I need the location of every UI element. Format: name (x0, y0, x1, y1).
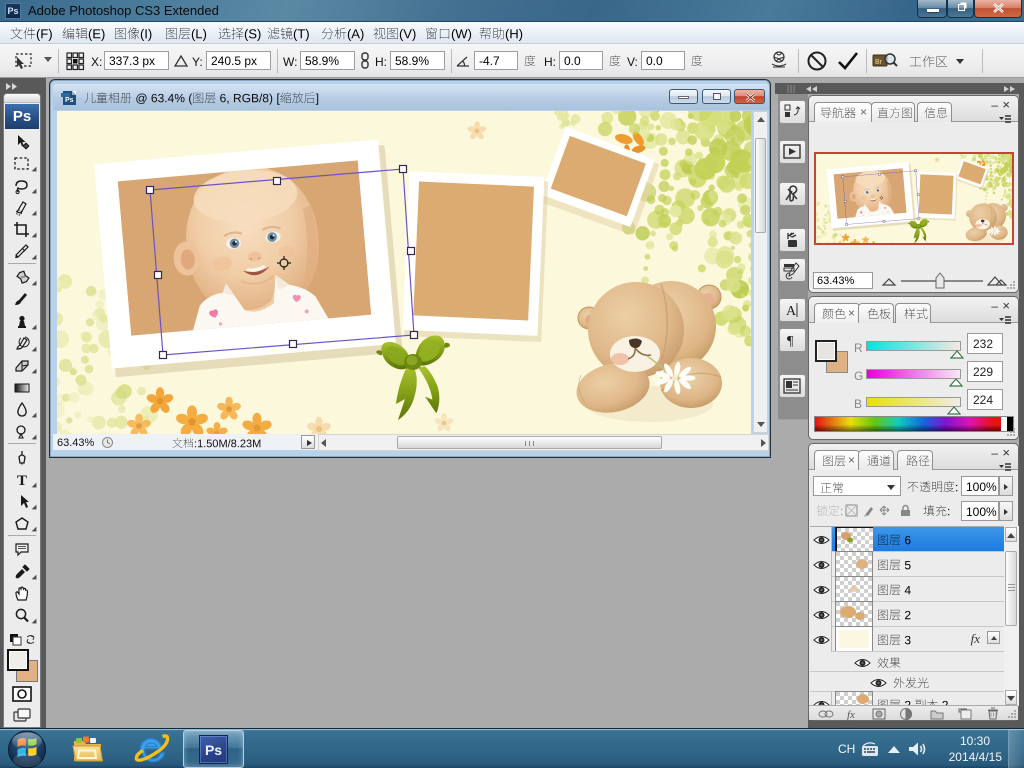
svg-text:Ps: Ps (65, 97, 74, 104)
svg-text:T: T (17, 473, 27, 489)
svg-text:Br: Br (875, 59, 883, 66)
svg-text:A: A (786, 304, 797, 319)
svg-text:fx: fx (847, 709, 855, 721)
svg-text:¶: ¶ (787, 334, 794, 349)
